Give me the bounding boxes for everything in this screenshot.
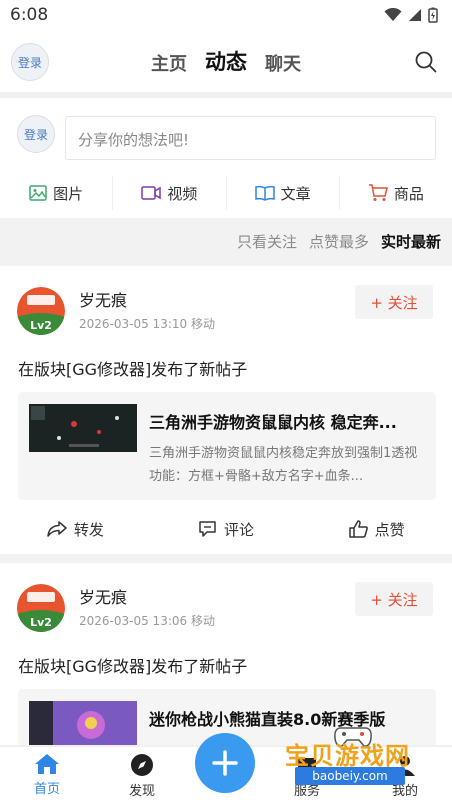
create-post-button[interactable] — [195, 733, 255, 793]
nav-discover-label: 发现 — [128, 784, 155, 799]
avatar-image: Lv2 — [17, 584, 65, 632]
follow-button[interactable]: + 关注 — [355, 285, 433, 319]
system-icons — [384, 7, 438, 23]
game-screenshot — [29, 701, 137, 745]
share-button[interactable]: 转发 — [0, 514, 151, 544]
image-option-label: 图片 — [53, 184, 84, 203]
image-option[interactable]: 图片 — [0, 176, 114, 210]
filter-most-liked[interactable]: 点赞最多 — [309, 231, 369, 252]
home-icon — [35, 754, 59, 774]
service-icon — [298, 758, 316, 774]
profile-icon — [395, 756, 415, 776]
feed-filter-bar: 只看关注 点赞最多 实时最新 — [0, 218, 452, 264]
card-title: 三角洲手游物资鼠鼠内核 稳定奔... — [149, 413, 397, 432]
user-avatar[interactable]: Lv2 — [17, 584, 65, 632]
card-thumbnail — [29, 701, 137, 745]
like-button[interactable]: 点赞 — [301, 514, 452, 544]
article-option[interactable]: 文章 — [227, 176, 340, 210]
cart-icon — [368, 184, 388, 201]
share-label: 转发 — [73, 520, 104, 539]
post-text: 在版块[GG修改器]发布了新帖子 — [18, 657, 248, 676]
user-name[interactable]: 岁无痕 — [79, 584, 127, 608]
nav-profile-label: 我的 — [391, 784, 418, 799]
post-meta: 2026-03-05 13:06 移动 — [79, 614, 215, 628]
article-option-label: 文章 — [280, 184, 311, 203]
product-option-label: 商品 — [393, 184, 424, 203]
book-icon — [254, 185, 275, 201]
top-nav: 登录 主页 动态 聊天 — [0, 32, 452, 92]
share-icon — [47, 521, 67, 537]
feed-post[interactable]: Lv2 岁无痕 2026-03-05 13:06 移动 + 关注 在版块[GG修… — [0, 563, 452, 745]
nav-service[interactable]: 服务 — [277, 753, 337, 799]
status-time: 6:08 — [10, 5, 49, 25]
status-bar: 6:08 — [0, 0, 452, 32]
user-avatar[interactable]: Lv2 — [17, 287, 65, 335]
game-screenshot — [29, 404, 137, 452]
compass-icon — [131, 754, 153, 776]
like-label: 点赞 — [374, 520, 405, 539]
post-composer: 登录 分享你的想法吧! 图片 视频 文章 商品 — [0, 98, 452, 218]
share-input[interactable]: 分享你的想法吧! — [65, 116, 436, 160]
comment-icon — [199, 521, 216, 537]
thumbs-up-icon — [348, 520, 368, 538]
comment-label: 评论 — [224, 520, 255, 539]
post-meta: 2026-03-05 13:10 移动 — [79, 317, 215, 331]
post-text: 在版块[GG修改器]发布了新帖子 — [18, 360, 248, 379]
level-badge: Lv2 — [30, 319, 52, 332]
nav-home-label: 首页 — [33, 782, 60, 797]
follow-button[interactable]: + 关注 — [355, 582, 433, 616]
tab-chat[interactable]: 聊天 — [265, 50, 301, 76]
comment-button[interactable]: 评论 — [151, 514, 302, 544]
image-icon — [29, 185, 47, 201]
video-icon — [141, 186, 162, 200]
video-option-label: 视频 — [167, 184, 198, 203]
nav-service-label: 服务 — [293, 784, 320, 799]
media-options: 图片 视频 文章 商品 — [0, 176, 452, 210]
tab-feed[interactable]: 动态 — [205, 46, 247, 76]
tab-bar: 主页 动态 聊天 — [0, 46, 452, 76]
card-description: 三角洲手游物资鼠鼠内核稳定奔放到强制1透视功能：方框+骨骼+敌方名字+血条... — [149, 446, 418, 484]
nav-home[interactable]: 首页 — [17, 753, 77, 797]
search-icon — [415, 51, 437, 73]
nav-profile[interactable]: 我的 — [375, 753, 435, 799]
wifi-icon — [384, 8, 402, 21]
filter-following[interactable]: 只看关注 — [237, 231, 297, 252]
product-option[interactable]: 商品 — [340, 176, 452, 210]
filter-latest[interactable]: 实时最新 — [381, 231, 441, 252]
post-link-card[interactable]: 三角洲手游物资鼠鼠内核 稳定奔... 三角洲手游物资鼠鼠内核稳定奔放到强制1透视… — [18, 392, 436, 500]
avatar-image: Lv2 — [17, 287, 65, 335]
card-title: 迷你枪战小熊猫直装8.0新赛季版 — [149, 710, 386, 729]
composer-login-avatar[interactable]: 登录 — [17, 115, 55, 153]
post-actions: 转发 评论 点赞 — [0, 514, 452, 544]
search-button[interactable] — [414, 50, 438, 74]
card-thumbnail — [29, 404, 137, 452]
tab-home[interactable]: 主页 — [151, 50, 187, 76]
level-badge: Lv2 — [30, 616, 52, 629]
feed-post[interactable]: Lv2 岁无痕 2026-03-05 13:10 移动 + 关注 在版块[GG修… — [0, 266, 452, 554]
user-name[interactable]: 岁无痕 — [79, 287, 127, 311]
video-option[interactable]: 视频 — [113, 176, 227, 210]
plus-icon — [212, 750, 238, 776]
battery-icon — [428, 7, 438, 23]
nav-discover[interactable]: 发现 — [112, 753, 172, 799]
signal-icon — [409, 9, 421, 21]
